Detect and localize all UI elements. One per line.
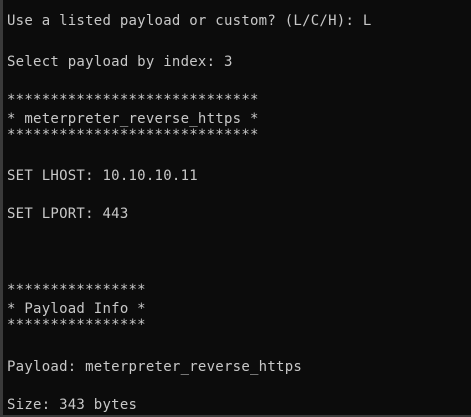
banner-border-top: ***************************** — [7, 92, 259, 108]
banner-border-bottom: ***************************** — [7, 127, 259, 143]
payload-size-line: Size: 343 bytes — [7, 397, 138, 413]
info-border-bottom: **************** — [7, 317, 146, 333]
payload-info-heading: * Payload Info * — [7, 301, 146, 317]
lport-setting: SET LPORT: 443 — [7, 206, 129, 222]
selected-payload-banner: * meterpreter_reverse_https * — [7, 111, 259, 127]
payload-name-line: Payload: meterpreter_reverse_https — [7, 359, 303, 375]
payload-index-prompt: Select payload by index: 3 — [7, 54, 233, 70]
lhost-setting: SET LHOST: 10.10.10.11 — [7, 168, 198, 184]
payload-type-prompt: Use a listed payload or custom? (L/C/H):… — [7, 13, 372, 29]
terminal-window[interactable]: Use a listed payload or custom? (L/C/H):… — [0, 0, 471, 417]
info-border-top: **************** — [7, 282, 146, 298]
